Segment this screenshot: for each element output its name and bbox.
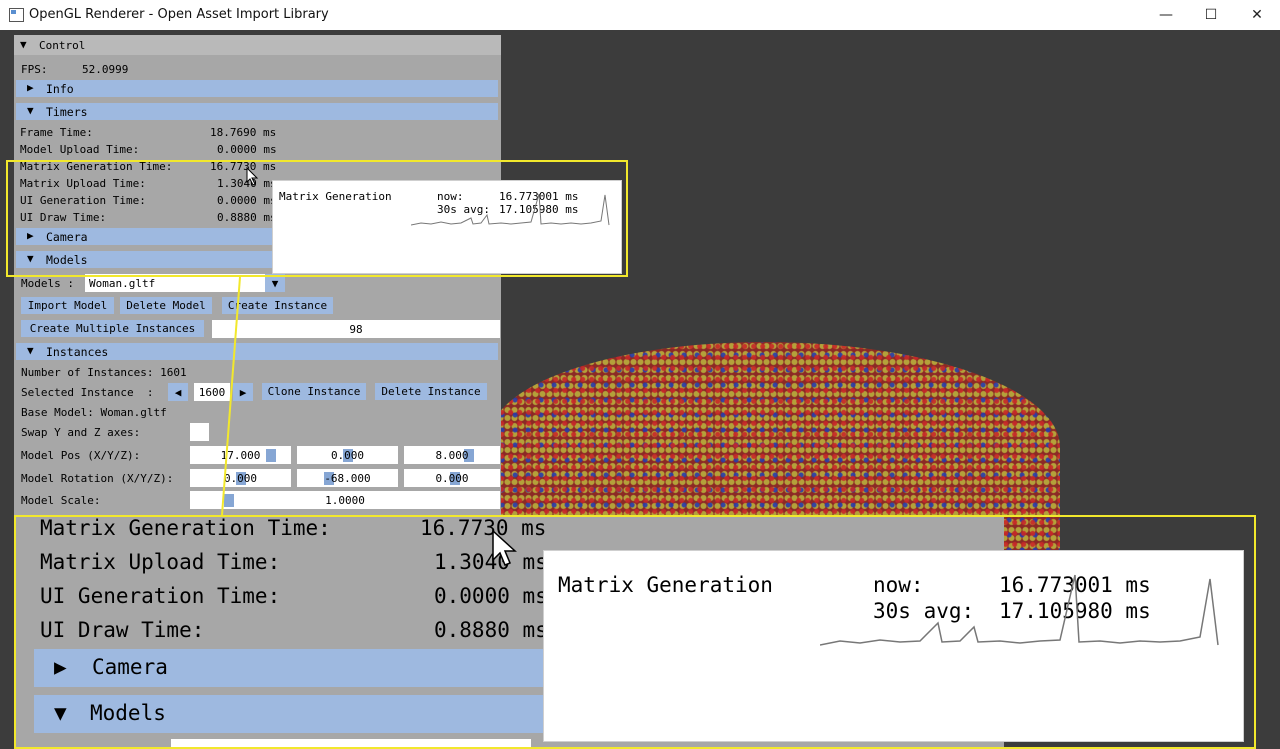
zoom-row-value: 0.0000 ms: [434, 584, 548, 608]
mouse-cursor-icon: [246, 167, 259, 186]
zoom-models-label: Models: [90, 701, 166, 725]
zoom-row-label: UI Generation Time:: [40, 584, 281, 608]
zoom-combo-field: [171, 739, 531, 747]
zoom-row-value: 16.7730 ms: [420, 516, 547, 540]
mouse-cursor-icon: [492, 530, 517, 566]
zoom-row-label: UI Draw Time:: [40, 618, 205, 642]
zoom-tooltip: Matrix Generation now: 16.773001 ms 30s …: [543, 550, 1244, 742]
zoom-tooltip-title: Matrix Generation: [558, 573, 773, 597]
zoom-row-value: 0.8880 ms: [434, 618, 548, 642]
zoom-inset: Matrix Generation Time: 16.7730 ms Matri…: [14, 515, 1256, 749]
zoom-row-label: Matrix Generation Time:: [40, 516, 331, 540]
zoom-sparkline: [820, 574, 1219, 646]
zoom-row-value: 1.3040 ms: [434, 550, 548, 574]
zoom-row-label: Matrix Upload Time:: [40, 550, 281, 574]
zoom-camera-label: Camera: [92, 655, 168, 679]
expanded-icon: ▼: [54, 701, 67, 725]
collapsed-icon: ▶: [54, 655, 67, 679]
